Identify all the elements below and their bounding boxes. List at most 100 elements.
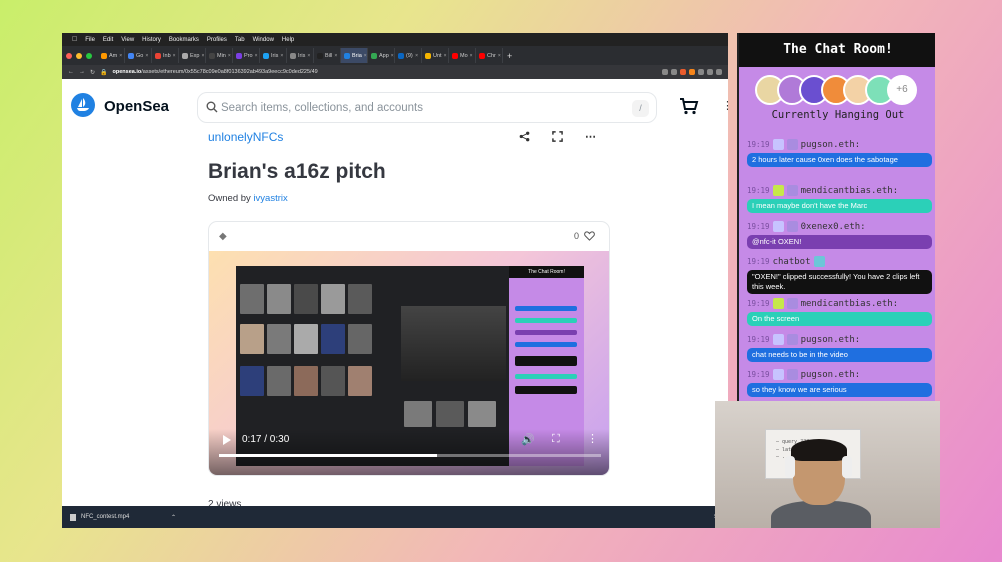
browser-tab[interactable]: Iris ×	[287, 48, 314, 63]
browser-tab[interactable]: Go ×	[125, 48, 152, 63]
forward-arrow-icon[interactable]: →	[79, 69, 85, 75]
tab-favicon-icon	[128, 52, 134, 59]
more-options-icon[interactable]: ⋯	[585, 130, 596, 143]
tab-close-icon[interactable]: ×	[364, 53, 367, 59]
tab-close-icon[interactable]: ×	[145, 53, 148, 59]
opensea-logo-icon[interactable]	[71, 93, 95, 117]
browser-tab[interactable]: Min ×	[206, 48, 233, 63]
video-player[interactable]: The Chat Room! 0:17 / 0:30 🔊 ⛶ ⋮	[209, 251, 609, 475]
menu-bookmarks[interactable]: Bookmarks	[169, 37, 199, 43]
menu-history[interactable]: History	[142, 37, 161, 43]
window-controls	[66, 52, 92, 59]
browser-tab[interactable]: Chr ×	[476, 48, 503, 63]
chat-message-meta: 19:19 mendicantbias.eth:	[747, 185, 932, 196]
menu-file[interactable]: File	[85, 37, 95, 43]
extension-icon[interactable]	[671, 69, 677, 75]
volume-icon[interactable]: 🔊	[521, 433, 535, 446]
browser-tab[interactable]: Iris ×	[260, 48, 287, 63]
play-icon[interactable]	[223, 435, 231, 445]
lock-icon[interactable]: 🔒	[100, 69, 107, 76]
tab-close-icon[interactable]: ×	[173, 53, 176, 59]
browser-tab[interactable]: Exp ×	[179, 48, 206, 63]
minimize-window-button[interactable]	[76, 52, 82, 59]
video-progress-track[interactable]	[219, 454, 601, 457]
puzzle-icon[interactable]	[707, 69, 713, 75]
lock-badge-icon	[786, 139, 798, 150]
chat-room-panel: The Chat Room! +6 Currently Hanging Out …	[737, 33, 935, 403]
tab-close-icon[interactable]: ×	[415, 53, 418, 59]
close-window-button[interactable]	[66, 52, 72, 59]
tab-close-icon[interactable]: ×	[280, 53, 283, 59]
chat-timestamp: 19:19	[747, 299, 770, 308]
favorite-count[interactable]: 0	[574, 231, 595, 241]
chat-username[interactable]: pugson.eth:	[801, 370, 861, 380]
chat-bubble: so they know we are serious	[747, 383, 932, 397]
chat-username[interactable]: mendicantbias.eth:	[801, 186, 899, 196]
menu-profiles[interactable]: Profiles	[207, 37, 227, 43]
extension-icon[interactable]	[662, 69, 668, 75]
tab-close-icon[interactable]: ×	[498, 53, 501, 59]
chat-timestamp: 19:19	[747, 186, 770, 195]
new-tab-button[interactable]: +	[507, 51, 512, 61]
video-featured-image	[401, 306, 506, 381]
asset-actions: ⋯	[519, 130, 596, 143]
browser-tab[interactable]: Pro ×	[233, 48, 260, 63]
chat-username[interactable]: chatbot	[773, 257, 811, 267]
tab-close-icon[interactable]: ×	[444, 53, 447, 59]
cart-icon[interactable]	[679, 97, 699, 115]
search-input[interactable]: Search items, collections, and accounts …	[197, 92, 657, 123]
tab-close-icon[interactable]: ×	[470, 53, 473, 59]
chat-timestamp: 19:19	[747, 370, 770, 379]
zoom-window-button[interactable]	[86, 52, 92, 59]
browser-tab[interactable]: App ×	[368, 48, 395, 63]
opensea-brand[interactable]: OpenSea	[104, 98, 169, 115]
tab-close-icon[interactable]: ×	[228, 53, 231, 59]
share-icon[interactable]	[519, 131, 530, 142]
menu-help[interactable]: Help	[282, 37, 294, 43]
browser-tab[interactable]: (9) ×	[395, 48, 422, 63]
extension-icon[interactable]	[698, 69, 704, 75]
tab-close-icon[interactable]: ×	[391, 53, 394, 59]
tab-close-icon[interactable]: ×	[307, 53, 310, 59]
menu-edit[interactable]: Edit	[103, 37, 113, 43]
browser-tab[interactable]: Bria ×	[341, 48, 368, 63]
video-more-icon[interactable]: ⋮	[587, 432, 598, 445]
owner-link[interactable]: ivyastrix	[253, 193, 287, 204]
menu-window[interactable]: Window	[253, 37, 274, 43]
download-item[interactable]: NFC_contest.mp4	[70, 513, 165, 521]
tab-close-icon[interactable]: ×	[255, 53, 258, 59]
apple-icon[interactable]: 	[72, 36, 77, 43]
chat-username[interactable]: 0xenex0.eth:	[801, 222, 866, 232]
tab-close-icon[interactable]: ×	[119, 53, 122, 59]
chat-bubble: I mean maybe don't have the Marc	[747, 199, 932, 213]
tab-close-icon[interactable]: ×	[334, 53, 337, 59]
chat-username[interactable]: pugson.eth:	[801, 335, 861, 345]
owned-by-label: Owned by	[208, 193, 254, 204]
menu-tab[interactable]: Tab	[235, 37, 245, 43]
browser-tab[interactable]: Am ×	[98, 48, 125, 63]
reload-icon[interactable]: ↻	[90, 69, 95, 76]
more-menu-icon[interactable]: ⋮	[722, 99, 728, 112]
user-badge-icon	[772, 139, 784, 150]
chat-username[interactable]: mendicantbias.eth:	[801, 299, 899, 309]
more-users-badge[interactable]: +6	[887, 75, 917, 105]
video-fullscreen-icon[interactable]: ⛶	[552, 433, 560, 446]
extension-icon[interactable]	[680, 69, 686, 75]
collection-link[interactable]: unlonelyNFCs	[208, 130, 283, 144]
profile-icon[interactable]	[716, 69, 722, 75]
chat-bubble: @nfc-it OXEN!	[747, 235, 932, 249]
metamask-icon[interactable]	[689, 69, 695, 75]
robot-icon	[813, 256, 825, 267]
chat-username[interactable]: pugson.eth:	[801, 140, 861, 150]
menu-view[interactable]: View	[121, 37, 134, 43]
heart-icon[interactable]	[584, 231, 595, 241]
browser-tab[interactable]: Unt ×	[422, 48, 449, 63]
tab-close-icon[interactable]: ×	[201, 53, 204, 59]
chevron-up-icon[interactable]: ⌃	[171, 514, 176, 521]
back-arrow-icon[interactable]: ←	[68, 69, 74, 75]
browser-tab[interactable]: Inb ×	[152, 48, 179, 63]
url-field[interactable]: opensea.io/assets/ethereum/0x55c78c09e0a…	[113, 69, 657, 75]
browser-tab[interactable]: Bill ×	[314, 48, 341, 63]
browser-tab[interactable]: Mo ×	[449, 48, 476, 63]
fullscreen-icon[interactable]	[552, 131, 563, 142]
